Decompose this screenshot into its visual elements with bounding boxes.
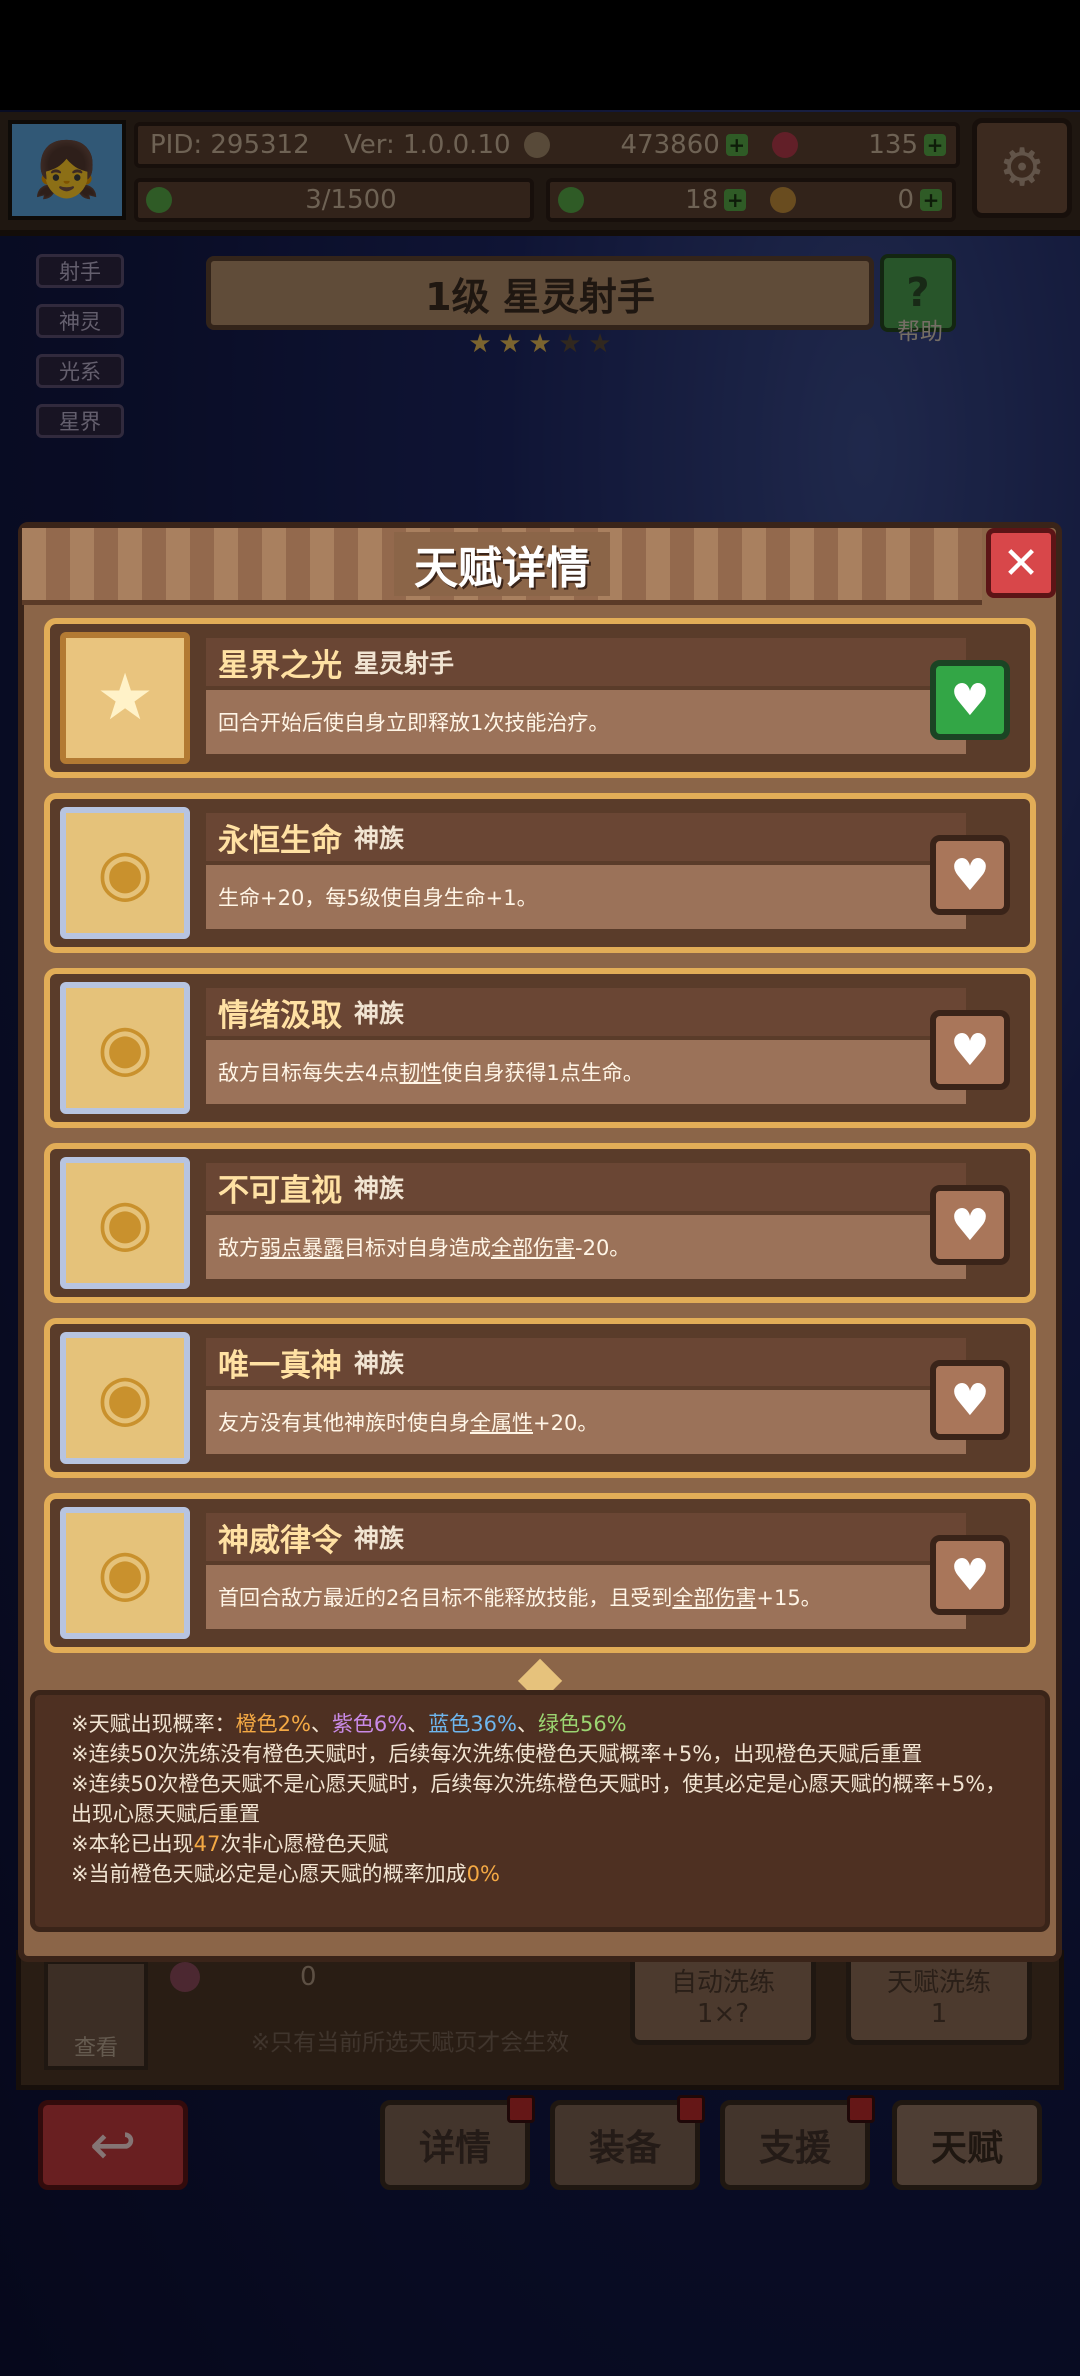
heart-icon: ♥ [950,1024,990,1076]
star-icon: ★ [60,632,190,764]
description-text: 敌方目标每失去4点 [218,1061,400,1085]
keyword-link[interactable]: 韧性 [399,1057,441,1087]
talent-type: 星灵射手 [354,649,455,678]
non-wish-count: 47 [193,1832,221,1856]
talent-name-row: 唯一真神 神族 [206,1338,966,1386]
talent-description: 敌方 弱点暴露 目标对自身造成 全部伤害 -20。 [206,1215,966,1279]
talent-card[interactable]: ◉ 神威律令 神族 首回合敌方最近的2名目标不能释放技能，且受到 全部伤害 +15。 ♥ [44,1493,1036,1653]
talent-type: 神族 [354,1349,405,1378]
talent-name-row: 神威律令 神族 [206,1513,966,1561]
heart-icon: ♥ [950,849,990,901]
talent-card[interactable]: ★ 星界之光 星灵射手 回合开始后使自身立即释放1次技能治疗。 ♥ [44,618,1036,778]
separator: 、 [407,1712,429,1736]
talent-card[interactable]: ◉ 情绪汲取 神族 敌方目标每失去4点 韧性 使自身获得1点生命。 ♥ [44,968,1036,1128]
wish-heart-button[interactable]: ♥ [930,1185,1010,1265]
description-text: 使自身获得1点生命。 [441,1061,644,1085]
description-text: 敌方 [218,1236,260,1260]
talent-description: 回合开始后使自身立即释放1次技能治疗。 [206,690,966,754]
keyword-link[interactable]: 全部伤害 [491,1232,575,1262]
talent-description: 生命+20，每5级使自身生命+1。 [206,865,966,929]
wish-heart-button[interactable]: ♥ [930,835,1010,915]
talent-type: 神族 [354,1174,405,1203]
talent-description: 敌方目标每失去4点 韧性 使自身获得1点生命。 [206,1040,966,1104]
description-text: +20。 [533,1411,599,1435]
description-text: +15。 [756,1586,822,1610]
description-text: 目标对自身造成 [344,1236,491,1260]
talent-probability-info: ※天赋出现概率：橙色2%、紫色6%、蓝色36%、绿色56% ※连续50次洗练没有… [30,1690,1050,1932]
description-text: -20。 [575,1236,631,1260]
talent-name-row: 情绪汲取 神族 [206,988,966,1036]
talent-card[interactable]: ◉ 唯一真神 神族 友方没有其他神族时使自身 全属性 +20。 ♥ [44,1318,1036,1478]
keyword-link[interactable]: 全部伤害 [672,1582,756,1612]
purple-rate: 紫色6% [331,1712,408,1736]
wish-heart-button[interactable]: ♥ [930,660,1010,740]
talent-name: 星界之光 [218,647,342,684]
bonus-value: 0% [466,1862,500,1886]
divine-emblem-icon: ◉ [60,1507,190,1639]
keyword-link[interactable]: 弱点暴露 [260,1232,344,1262]
modal-title: 天赋详情 [394,532,610,596]
talent-type: 神族 [354,999,405,1028]
talent-name-row: 不可直视 神族 [206,1163,966,1211]
count-prefix: ※本轮已出现 [71,1832,194,1856]
talent-card[interactable]: ◉ 不可直视 神族 敌方 弱点暴露 目标对自身造成 全部伤害 -20。 ♥ [44,1143,1036,1303]
talent-name-row: 永恒生命 神族 [206,813,966,861]
close-button[interactable]: ✕ [986,528,1056,598]
info-line-bonus: ※当前橙色天赋必定是心愿天赋的概率加成0% [71,1859,1009,1889]
count-suffix: 次非心愿橙色天赋 [220,1832,389,1856]
talent-name: 神威律令 [218,1522,342,1559]
heart-icon: ♥ [950,1549,990,1601]
heart-icon: ♥ [950,674,990,726]
description-text: 首回合敌方最近的2名目标不能释放技能，且受到 [218,1586,673,1610]
heart-icon: ♥ [950,1374,990,1426]
wish-heart-button[interactable]: ♥ [930,1360,1010,1440]
bonus-prefix: ※当前橙色天赋必定是心愿天赋的概率加成 [71,1862,467,1886]
blue-rate: 蓝色36% [428,1712,517,1736]
keyword-link[interactable]: 全属性 [470,1407,533,1437]
divine-emblem-icon: ◉ [60,807,190,939]
talent-name: 不可直视 [218,1172,342,1209]
wish-heart-button[interactable]: ♥ [930,1535,1010,1615]
talent-type: 神族 [354,824,405,853]
modal-header: 天赋详情 [22,528,982,605]
description-text: 友方没有其他神族时使自身 [218,1411,470,1435]
green-rate: 绿色56% [537,1712,627,1736]
info-prefix: ※天赋出现概率： [71,1712,236,1736]
orange-rate: 橙色2% [235,1712,311,1736]
talent-description: 首回合敌方最近的2名目标不能释放技能，且受到 全部伤害 +15。 [206,1565,966,1629]
talent-description: 友方没有其他神族时使自身 全属性 +20。 [206,1390,966,1454]
info-line-count: ※本轮已出现47次非心愿橙色天赋 [71,1829,1009,1859]
close-icon: ✕ [1002,537,1040,589]
divine-emblem-icon: ◉ [60,1332,190,1464]
divine-emblem-icon: ◉ [60,1157,190,1289]
talent-card[interactable]: ◉ 永恒生命 神族 生命+20，每5级使自身生命+1。 ♥ [44,793,1036,953]
talent-name: 情绪汲取 [218,997,342,1034]
talent-name-row: 星界之光 星灵射手 [206,638,966,686]
info-line-probability: ※天赋出现概率：橙色2%、紫色6%、蓝色36%、绿色56% [71,1709,1009,1739]
divine-emblem-icon: ◉ [60,982,190,1114]
talent-name: 唯一真神 [218,1347,342,1384]
separator: 、 [516,1712,538,1736]
info-line-wish-pity: ※连续50次橙色天赋不是心愿天赋时，后续每次洗练橙色天赋时，使其必定是心愿天赋的… [71,1772,1007,1826]
info-line-pity: ※连续50次洗练没有橙色天赋时，后续每次洗练使橙色天赋概率+5%，出现橙色天赋后… [71,1742,923,1766]
talent-name: 永恒生命 [218,822,342,859]
separator: 、 [310,1712,332,1736]
heart-icon: ♥ [950,1199,990,1251]
talent-type: 神族 [354,1524,405,1553]
wish-heart-button[interactable]: ♥ [930,1010,1010,1090]
status-bar-area [0,0,1080,110]
